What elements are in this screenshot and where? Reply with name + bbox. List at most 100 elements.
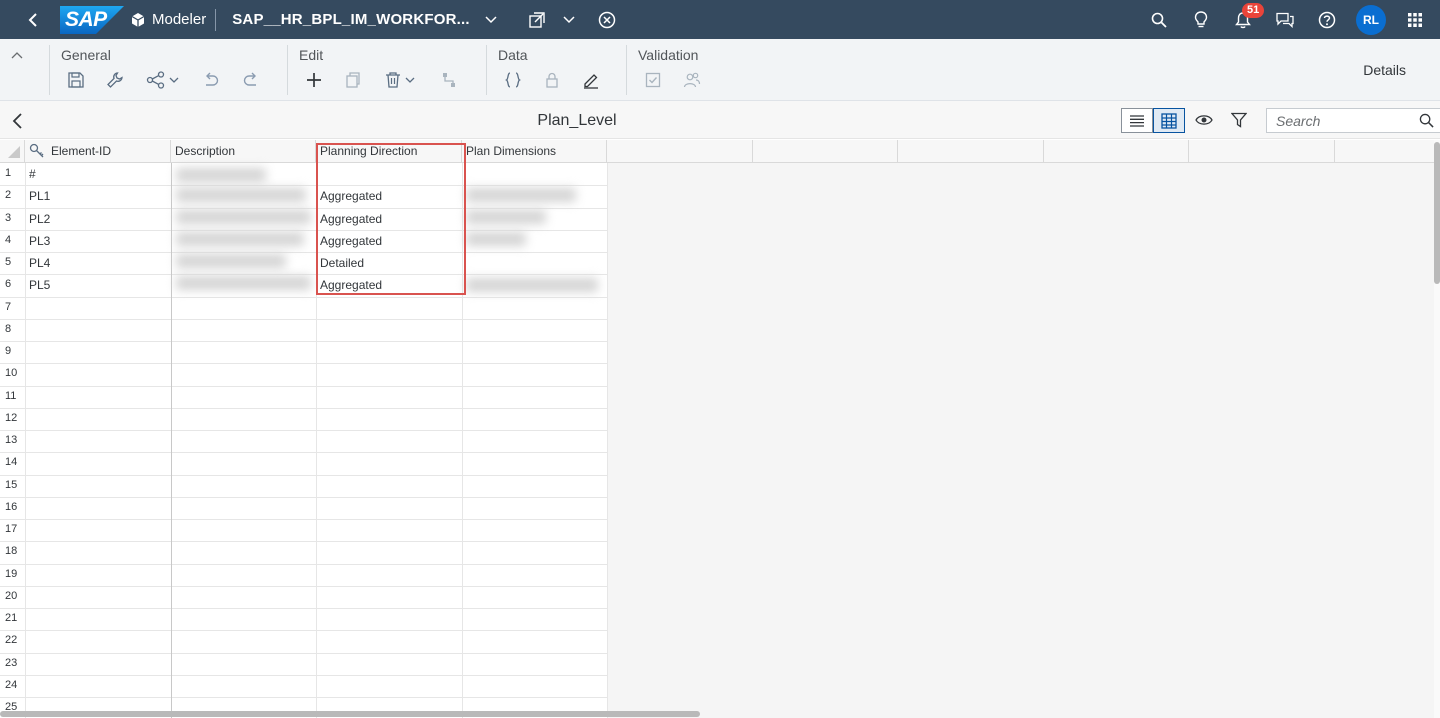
column-header-empty[interactable] [753, 140, 898, 163]
list-view-button[interactable] [1121, 108, 1153, 133]
wrench-settings-icon[interactable] [106, 69, 124, 91]
add-icon[interactable] [305, 69, 323, 91]
open-external-icon[interactable] [522, 5, 552, 35]
cell-planning-direction[interactable]: Aggregated [316, 278, 382, 292]
redacted-description [176, 232, 304, 246]
formula-braces-icon[interactable] [504, 69, 522, 91]
sap-logo-text: SAP [65, 7, 107, 31]
vertical-scrollbar[interactable] [1434, 140, 1440, 718]
redacted-description [176, 276, 311, 290]
delete-trash-icon[interactable] [384, 69, 415, 91]
row-number[interactable]: 23 [0, 657, 25, 669]
feedback-chat-icon[interactable] [1270, 5, 1300, 35]
row-number[interactable]: 7 [0, 301, 25, 313]
row-number[interactable]: 24 [0, 679, 25, 691]
column-header-description[interactable]: Description [171, 140, 316, 163]
vertical-scrollbar-thumb[interactable] [1434, 142, 1440, 284]
column-header-plan-dimensions[interactable]: Plan Dimensions [462, 140, 607, 163]
row-number[interactable]: 12 [0, 412, 25, 424]
notifications-bell-icon[interactable]: 51 [1228, 2, 1265, 35]
grid-view-button[interactable] [1153, 108, 1185, 133]
column-header-empty[interactable] [607, 140, 753, 163]
user-avatar[interactable]: RL [1356, 4, 1386, 35]
row-number[interactable]: 5 [0, 256, 25, 268]
row-divider [0, 207, 607, 209]
share-chevron-down-icon[interactable] [169, 77, 179, 84]
column-header-planning-direction[interactable]: Planning Direction [316, 140, 462, 163]
copy-icon[interactable] [344, 69, 362, 91]
redo-icon[interactable] [242, 69, 260, 91]
row-number[interactable]: 11 [0, 390, 25, 402]
row-divider [0, 630, 607, 632]
row-number[interactable]: 6 [0, 278, 25, 290]
sap-logo[interactable]: SAP [60, 5, 124, 34]
search-icon[interactable] [1144, 5, 1174, 35]
cell-planning-direction[interactable]: Aggregated [316, 189, 382, 203]
row-number[interactable]: 20 [0, 590, 25, 602]
users-icon[interactable] [683, 69, 701, 91]
row-number[interactable]: 21 [0, 612, 25, 624]
row-number[interactable]: 1 [0, 167, 25, 179]
select-all-corner[interactable] [0, 140, 25, 163]
cell-element-id[interactable]: PL2 [25, 212, 50, 226]
row-number[interactable]: 14 [0, 456, 25, 468]
row-number[interactable]: 19 [0, 568, 25, 580]
external-chevron-down-icon[interactable] [554, 5, 584, 35]
validate-checkbox-icon[interactable] [644, 69, 662, 91]
cell-element-id[interactable]: PL4 [25, 256, 50, 270]
column-header-empty[interactable] [898, 140, 1044, 163]
search-icon[interactable] [1419, 113, 1434, 128]
filter-icon[interactable] [1228, 109, 1250, 131]
cell-element-id[interactable]: PL5 [25, 278, 50, 292]
row-number[interactable]: 2 [0, 189, 25, 201]
column-header-element-id[interactable]: Element-ID [25, 140, 171, 163]
edit-pencil-icon[interactable] [582, 69, 600, 91]
data-grid: Element-ID Description Planning Directio… [0, 140, 1440, 718]
lightbulb-icon[interactable] [1186, 5, 1216, 35]
details-button[interactable]: Details [1363, 62, 1406, 78]
cell-planning-direction[interactable]: Detailed [316, 256, 364, 270]
app-switcher-modeler[interactable]: Modeler [130, 11, 206, 28]
row-number[interactable]: 18 [0, 545, 25, 557]
row-number[interactable]: 16 [0, 501, 25, 513]
row-number[interactable]: 22 [0, 634, 25, 646]
horizontal-scrollbar[interactable] [0, 711, 700, 717]
row-number[interactable]: 15 [0, 479, 25, 491]
toolbar-group-general: General [49, 45, 287, 95]
save-icon[interactable] [67, 69, 85, 91]
hierarchy-icon[interactable] [440, 69, 458, 91]
column-header-empty[interactable] [1335, 140, 1440, 163]
cell-element-id[interactable]: # [25, 167, 36, 181]
lock-icon[interactable] [543, 69, 561, 91]
column-header-row: Element-ID Description Planning Directio… [0, 140, 1440, 163]
row-number[interactable]: 13 [0, 434, 25, 446]
search-input[interactable] [1276, 112, 1416, 129]
notification-badge: 51 [1242, 2, 1265, 18]
cell-element-id[interactable]: PL3 [25, 234, 50, 248]
group-separator [486, 45, 487, 95]
cell-element-id[interactable]: PL1 [25, 189, 50, 203]
row-number[interactable]: 3 [0, 212, 25, 224]
row-number[interactable]: 8 [0, 323, 25, 335]
close-circle-icon[interactable] [592, 5, 622, 35]
collapse-toolbar-icon[interactable] [8, 47, 26, 65]
row-number[interactable]: 17 [0, 523, 25, 535]
delete-chevron-down-icon[interactable] [405, 77, 415, 84]
app-grid-icon[interactable] [1400, 5, 1430, 35]
column-header-empty[interactable] [1189, 140, 1335, 163]
row-number[interactable]: 9 [0, 345, 25, 357]
undo-icon[interactable] [202, 69, 220, 91]
show-hide-eye-icon[interactable] [1193, 109, 1215, 131]
row-number[interactable]: 10 [0, 367, 25, 379]
share-icon[interactable] [146, 69, 179, 91]
title-chevron-down-icon[interactable] [476, 5, 506, 35]
model-title[interactable]: SAP__HR_BPL_IM_WORKFOR... [232, 11, 470, 28]
row-divider [0, 496, 607, 498]
row-number[interactable]: 4 [0, 234, 25, 246]
cell-planning-direction[interactable]: Aggregated [316, 234, 382, 248]
help-icon[interactable] [1312, 5, 1342, 35]
cell-planning-direction[interactable]: Aggregated [316, 212, 382, 226]
grid-table-icon [1161, 112, 1177, 129]
column-header-empty[interactable] [1044, 140, 1189, 163]
back-icon[interactable] [22, 8, 46, 32]
